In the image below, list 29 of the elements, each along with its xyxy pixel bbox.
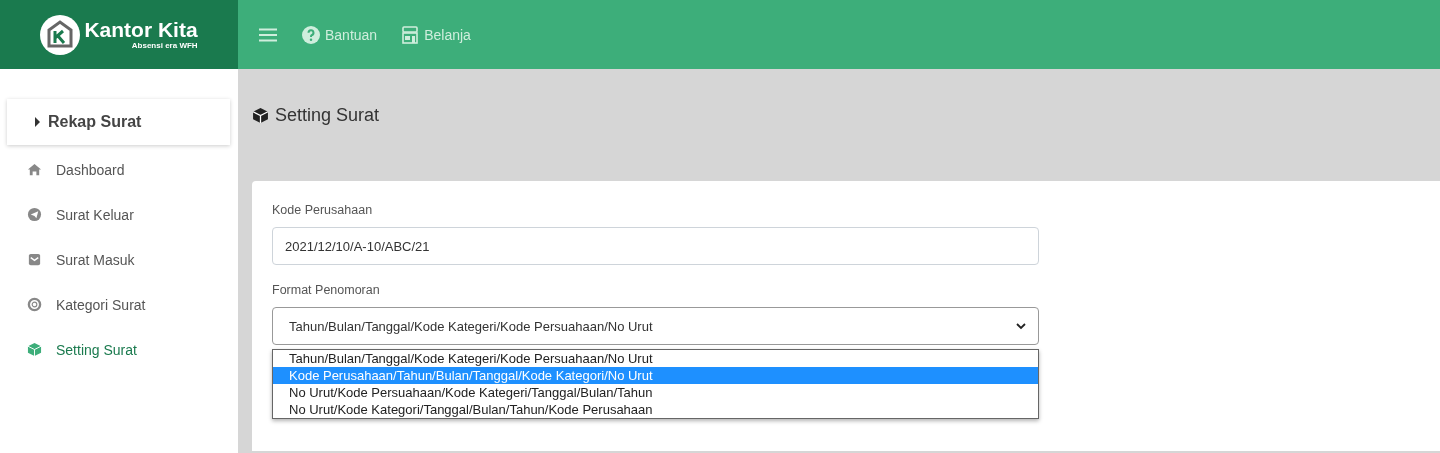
sidebar-item[interactable]: Surat Keluar xyxy=(0,192,238,237)
select-field[interactable]: Tahun/Bulan/Tanggal/Kode Kategeri/Kode Persuahaan/No Urut xyxy=(272,307,1039,345)
brand-name: Kantor Kita xyxy=(84,19,198,41)
sidebar-item[interactable]: Dashboard xyxy=(0,147,238,192)
sidebar-item[interactable]: Setting Surat xyxy=(0,327,238,372)
envelope-icon xyxy=(27,252,42,267)
brand-tagline: Absensi era WFH xyxy=(131,41,198,50)
life-ring-icon xyxy=(27,297,42,312)
chevron-down-icon xyxy=(1016,322,1026,330)
field-label: Kode Perusahaan xyxy=(272,203,374,217)
menu-icon[interactable] xyxy=(258,27,278,42)
field-label: Format Penomoran xyxy=(272,283,381,297)
page-title: Setting Surat xyxy=(275,104,380,126)
logo-icon xyxy=(40,14,81,55)
home-icon xyxy=(27,162,42,177)
cube-icon xyxy=(27,342,42,357)
caret-icon xyxy=(35,117,40,127)
dropdown-option[interactable]: No Urut/Kode Kategori/Tanggal/Bulan/Tahun/Kode Perusahaan xyxy=(273,401,1038,418)
sidebar-item[interactable]: Surat Masuk xyxy=(0,237,238,282)
cube-icon xyxy=(252,106,269,124)
help-icon xyxy=(302,25,320,44)
paper-plane-icon xyxy=(27,207,42,222)
sidebar-item[interactable]: Kategori Surat xyxy=(0,282,238,327)
dropdown-option[interactable]: Tahun/Bulan/Tanggal/Kode Kategeri/Kode Persuahaan/No Urut xyxy=(273,350,1038,367)
input-field[interactable]: 2021/12/10/A-10/ABC/21 xyxy=(272,227,1039,265)
sidebar-header-card[interactable]: Rekap Surat xyxy=(7,99,230,145)
store-icon xyxy=(401,25,420,44)
sidebar-header: Rekap Surat xyxy=(48,113,142,131)
dropdown-option[interactable]: No Urut/Kode Persuahaan/Kode Kategeri/Tanggal/Bulan/Tahun xyxy=(273,384,1038,401)
